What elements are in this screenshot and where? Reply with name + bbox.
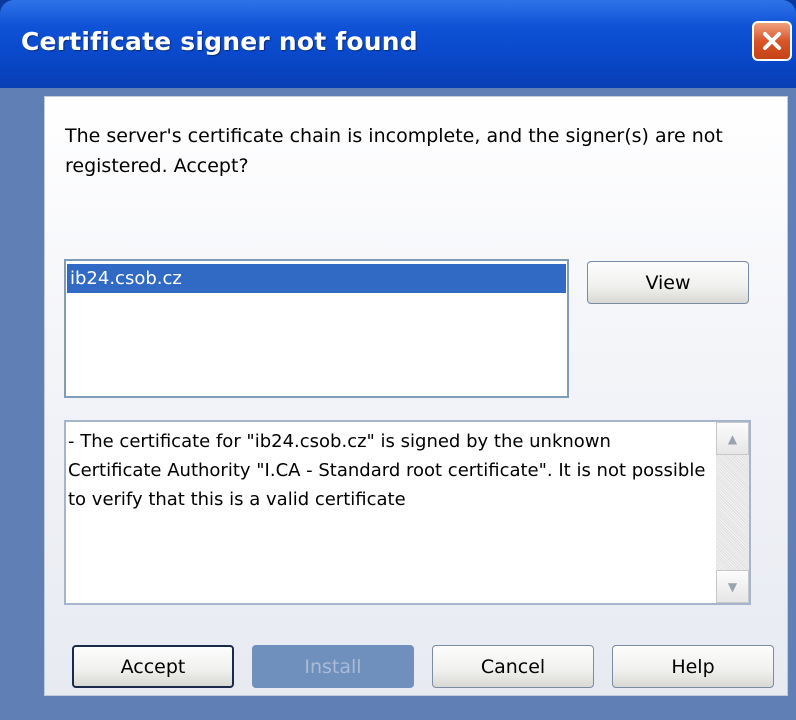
certificate-details-text: - The certificate for "ib24.csob.cz" is … — [68, 431, 706, 510]
view-button[interactable]: View — [587, 261, 749, 304]
scroll-up-arrow-icon[interactable]: ▲ — [716, 422, 749, 455]
certificate-details-textarea[interactable]: - The certificate for "ib24.csob.cz" is … — [64, 420, 751, 605]
title-bar[interactable]: Certificate signer not found — [0, 0, 796, 88]
list-item-selected[interactable]: ib24.csob.cz — [67, 264, 566, 293]
install-button: Install — [252, 645, 414, 688]
certificate-list[interactable]: ib24.csob.cz — [64, 259, 569, 398]
dialog-title: Certificate signer not found — [21, 27, 418, 56]
dialog-message: The server's certificate chain is incomp… — [65, 125, 723, 177]
scroll-down-arrow-icon[interactable]: ▼ — [716, 570, 749, 603]
accept-button[interactable]: Accept — [72, 645, 234, 688]
dialog-client-area — [0, 88, 796, 720]
close-button[interactable] — [752, 21, 792, 61]
close-icon — [761, 30, 783, 52]
certificate-dialog-window: Certificate signer not found The server'… — [0, 0, 796, 720]
details-scrollbar[interactable]: ▲ ▼ — [716, 422, 749, 603]
cancel-button[interactable]: Cancel — [432, 645, 594, 688]
help-button[interactable]: Help — [612, 645, 774, 688]
